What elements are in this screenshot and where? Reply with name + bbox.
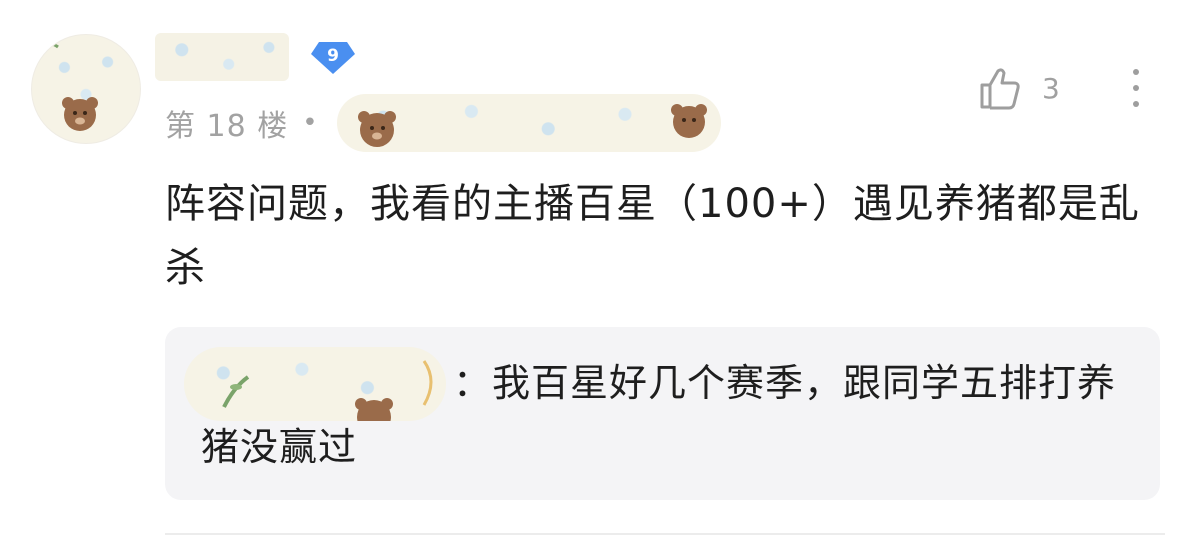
floor-label: 第 18 楼 — [165, 109, 289, 144]
meta-separator: • — [302, 108, 318, 138]
user-tag-masked — [337, 94, 721, 152]
level-badge: 9 — [309, 40, 357, 76]
reply-preview[interactable]: ：我百星好几个赛季，跟同学五排打养猪没赢过 — [165, 327, 1160, 500]
divider — [165, 533, 1165, 535]
user-avatar[interactable] — [32, 35, 140, 143]
post-meta: 第 18 楼 • — [165, 100, 330, 146]
more-dot — [1133, 69, 1139, 75]
comment-text: 阵容问题，我看的主播百星（100+）遇见养猪都是乱杀 — [165, 181, 1140, 291]
more-dot — [1133, 85, 1139, 91]
level-number: 9 — [327, 46, 339, 66]
bear-sticker-icon — [358, 104, 707, 147]
like-count: 3 — [1042, 71, 1060, 105]
bear-sticker-icon — [41, 42, 98, 131]
more-options-button[interactable] — [1118, 62, 1154, 114]
thumbs-up-icon — [980, 68, 1020, 110]
reply-text: ：我百星好几个赛季，跟同学五排打养猪没赢过 — [201, 351, 1131, 479]
more-dot — [1133, 101, 1139, 107]
reply-content: 我百星好几个赛季，跟同学五排打养猪没赢过 — [201, 361, 1117, 469]
reply-colon: ： — [453, 361, 493, 405]
username-masked[interactable] — [155, 33, 289, 81]
like-button[interactable]: 3 — [978, 62, 1060, 114]
